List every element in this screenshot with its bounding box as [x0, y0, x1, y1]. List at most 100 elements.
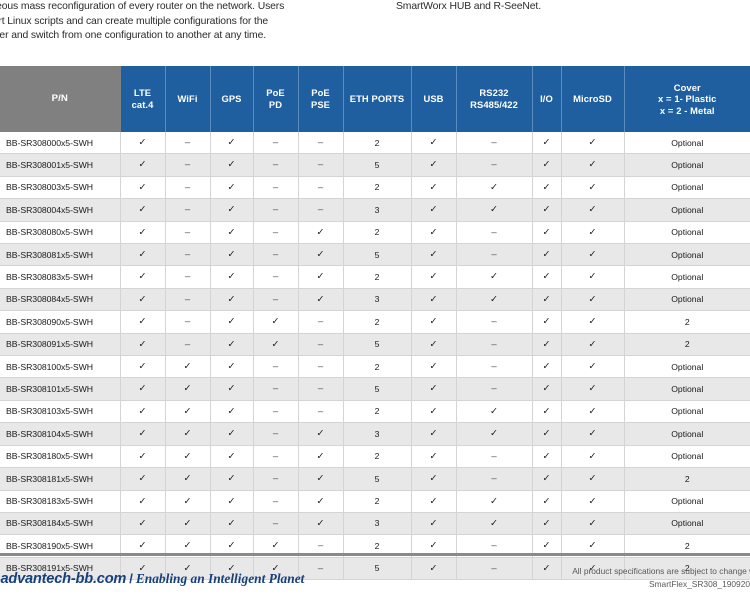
cell-microsd: ✓	[561, 265, 625, 289]
table-row: BB-SR308083x5-SWH ✓ – ✓ – ✓ 2 ✓ ✓ ✓ ✓ Optional	[0, 265, 750, 289]
checkmark-icon: ✓	[316, 293, 325, 305]
cell-eth: 2	[343, 445, 412, 469]
cell-usb: ✓	[411, 310, 457, 334]
cell-eth: 3	[343, 422, 412, 446]
dash-icon: –	[491, 450, 497, 462]
checkmark-icon: ✓	[183, 428, 192, 440]
cell-poe_pd: ✓	[253, 310, 299, 334]
dash-icon: –	[317, 383, 324, 395]
cell-rs232: –	[456, 377, 533, 401]
dash-icon: –	[317, 204, 324, 216]
cell-cover: Optional	[624, 400, 750, 424]
cell-wifi: –	[165, 153, 211, 177]
cell-io: ✓	[532, 198, 562, 222]
cell-io: ✓	[532, 445, 562, 469]
checkmark-icon: ✓	[138, 249, 147, 261]
checkmark-icon: ✓	[588, 249, 597, 261]
dash-icon: –	[272, 226, 279, 238]
cell-poe_pse: –	[298, 198, 344, 222]
cell-usb: ✓	[411, 355, 457, 379]
dash-icon: –	[491, 540, 497, 552]
cell-gps: ✓	[210, 243, 254, 267]
dash-icon: –	[272, 473, 279, 485]
dash-icon: –	[317, 159, 324, 171]
cell-rs232: ✓	[456, 265, 533, 289]
column-header-microsd: MicroSD	[561, 66, 625, 132]
cell-eth: 2	[343, 265, 412, 289]
column-header-poe-pd: PoE PD	[253, 66, 299, 132]
cell-wifi: –	[165, 132, 211, 155]
cell-poe_pse: ✓	[298, 445, 344, 469]
cell-rs232: ✓	[456, 512, 533, 536]
cell-io: ✓	[532, 333, 562, 357]
checkmark-icon: ✓	[316, 450, 325, 462]
cell-cover: Optional	[624, 490, 750, 513]
dash-icon: –	[184, 159, 191, 171]
checkmark-icon: ✓	[183, 405, 192, 417]
checkmark-icon: ✓	[271, 316, 280, 328]
checkmark-icon: ✓	[138, 204, 147, 216]
dash-icon: –	[491, 226, 497, 238]
cell-wifi: –	[165, 243, 211, 267]
table-row: BB-SR308004x5-SWH ✓ – ✓ – – 3 ✓ ✓ ✓ ✓ Optional	[0, 198, 750, 222]
cell-eth: 2	[343, 490, 412, 513]
cell-rs232: –	[456, 310, 533, 334]
cell-poe_pse: –	[298, 400, 344, 424]
checkmark-icon: ✓	[542, 540, 551, 552]
cell-poe_pd: –	[253, 153, 299, 177]
cell-poe_pse: ✓	[298, 221, 344, 245]
cell-io: ✓	[532, 132, 562, 155]
cell-pn: BB-SR308104x5-SWH	[0, 422, 121, 446]
checkmark-icon: ✓	[542, 316, 551, 328]
checkmark-icon: ✓	[227, 405, 236, 417]
cell-io: ✓	[532, 176, 562, 200]
cell-cover: Optional	[624, 176, 750, 200]
cell-rs232: –	[456, 445, 533, 469]
cell-cover: Optional	[624, 512, 750, 536]
cell-eth: 5	[343, 243, 412, 267]
cell-wifi: ✓	[165, 377, 211, 401]
intro-paragraph-right: SmartWorx HUB and R-SeeNet.	[396, 1, 541, 12]
checkmark-icon: ✓	[542, 495, 551, 507]
cell-gps: ✓	[210, 265, 254, 289]
cell-poe_pse: ✓	[298, 512, 344, 536]
product-spec-table: P/N LTE cat.4 WiFi GPS PoE PD PoE PSE ETH P…	[0, 66, 750, 581]
company-website-link[interactable]: w.advantech-bb.com	[0, 571, 126, 587]
dash-icon: –	[317, 361, 324, 373]
checkmark-icon: ✓	[490, 405, 498, 417]
cell-eth: 2	[343, 221, 412, 245]
column-header-rs232: RS232 RS485/422	[456, 66, 533, 132]
cell-eth: 3	[343, 288, 412, 312]
table-row: BB-SR308183x5-SWH ✓ ✓ ✓ – ✓ 2 ✓ ✓ ✓ ✓ Optional	[0, 490, 750, 513]
cell-io: ✓	[532, 512, 562, 536]
cell-eth: 5	[343, 333, 412, 357]
checkmark-icon: ✓	[316, 495, 325, 507]
dash-icon: –	[272, 159, 279, 171]
checkmark-icon: ✓	[138, 338, 147, 350]
checkmark-icon: ✓	[429, 473, 438, 485]
cell-pn: BB-SR308084x5-SWH	[0, 288, 121, 312]
cell-usb: ✓	[411, 467, 457, 491]
cell-wifi: ✓	[165, 400, 211, 424]
checkmark-icon: ✓	[429, 159, 438, 171]
checkmark-icon: ✓	[271, 338, 280, 350]
cell-eth: 2	[343, 310, 412, 334]
checkmark-icon: ✓	[588, 316, 597, 328]
cell-eth: 5	[343, 377, 412, 401]
checkmark-icon: ✓	[138, 159, 147, 171]
cell-poe_pse: –	[298, 310, 344, 334]
cell-usb: ✓	[411, 377, 457, 401]
checkmark-icon: ✓	[183, 473, 192, 485]
cell-poe_pd: –	[253, 355, 299, 379]
cell-io: ✓	[532, 422, 562, 446]
checkmark-icon: ✓	[316, 517, 325, 529]
cell-gps: ✓	[210, 422, 254, 446]
checkmark-icon: ✓	[588, 383, 597, 395]
dash-icon: –	[317, 338, 324, 350]
checkmark-icon: ✓	[227, 137, 236, 148]
cell-cover: 2	[624, 310, 750, 334]
cell-cover: 2	[624, 333, 750, 357]
cell-cover: Optional	[624, 153, 750, 177]
cell-poe_pse: ✓	[298, 288, 344, 312]
cell-gps: ✓	[210, 310, 254, 334]
